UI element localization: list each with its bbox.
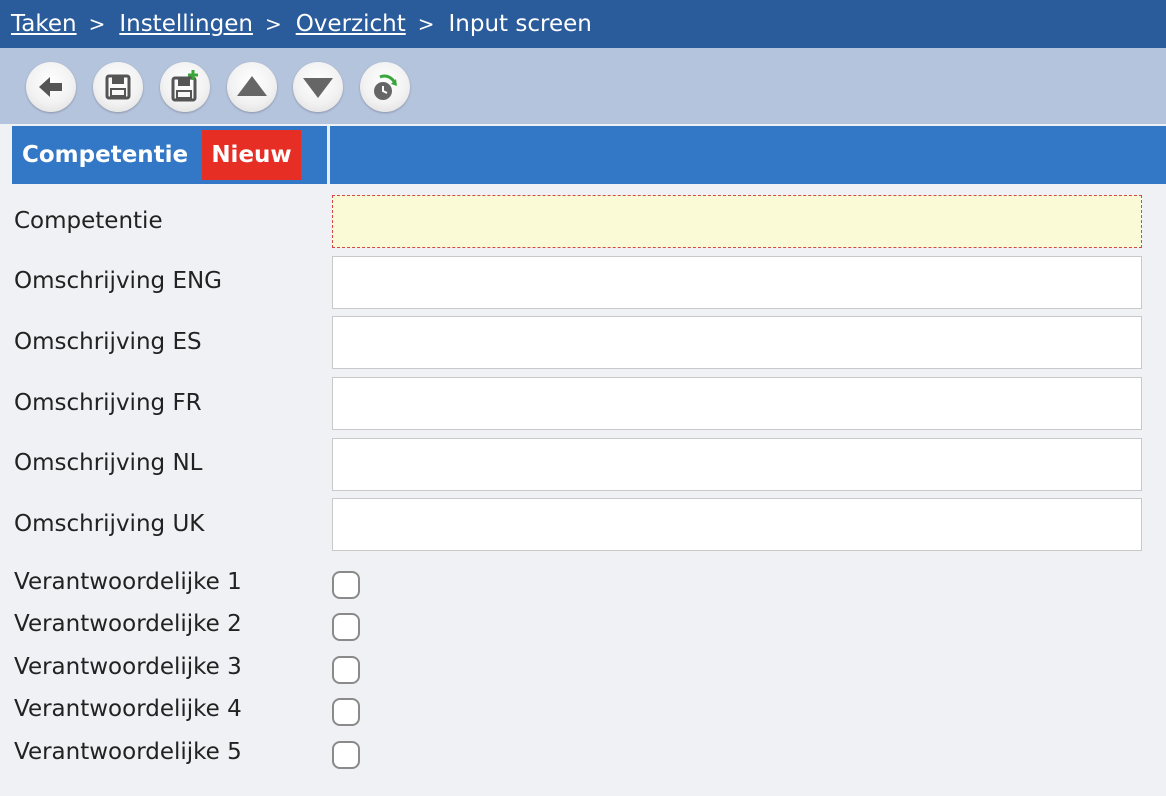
up-arrow-icon — [237, 76, 267, 96]
breadcrumb-separator: > — [88, 12, 106, 36]
field-label-omschrijving-nl: Omschrijving NL — [14, 450, 203, 476]
form-header: Competentie Nieuw — [12, 126, 1166, 184]
breadcrumb: Taken > Instellingen > Overzicht > Input scree… — [0, 0, 1166, 48]
move-up-button[interactable] — [227, 62, 277, 112]
verantwoordelijke-3-checkbox[interactable] — [332, 656, 360, 684]
omschrijving-fr-input[interactable] — [332, 377, 1142, 430]
breadcrumb-current: Input screen — [448, 11, 592, 37]
breadcrumb-separator: > — [264, 12, 282, 36]
toolbar — [0, 48, 1166, 124]
form-header-title-cell: Competentie Nieuw — [12, 126, 327, 184]
breadcrumb-link-taken[interactable]: Taken — [11, 11, 77, 37]
back-icon — [39, 77, 62, 97]
checkbox-label-verantwoordelijke-1: Verantwoordelijke 1 — [14, 569, 242, 595]
history-icon — [374, 74, 397, 100]
header-divider — [327, 126, 330, 184]
verantwoordelijke-1-checkbox[interactable] — [332, 571, 360, 599]
breadcrumb-link-instellingen[interactable]: Instellingen — [119, 11, 253, 37]
omschrijving-uk-input[interactable] — [332, 498, 1142, 551]
field-label-competentie: Competentie — [14, 208, 163, 234]
history-button[interactable] — [360, 62, 410, 112]
field-label-omschrijving-eng: Omschrijving ENG — [14, 268, 222, 294]
status-badge: Nieuw — [202, 130, 301, 180]
down-arrow-icon — [303, 78, 333, 98]
save-new-icon — [171, 70, 198, 102]
save-icon — [105, 74, 131, 100]
checkbox-label-verantwoordelijke-3: Verantwoordelijke 3 — [14, 654, 242, 680]
omschrijving-eng-input[interactable] — [332, 256, 1142, 309]
save-new-button[interactable] — [160, 62, 210, 112]
breadcrumb-link-overzicht[interactable]: Overzicht — [296, 11, 406, 37]
back-button[interactable] — [26, 62, 76, 112]
field-label-omschrijving-es: Omschrijving ES — [14, 329, 202, 355]
omschrijving-es-input[interactable] — [332, 316, 1142, 369]
save-button[interactable] — [93, 62, 143, 112]
move-down-button[interactable] — [293, 62, 343, 112]
checkbox-label-verantwoordelijke-5: Verantwoordelijke 5 — [14, 739, 242, 765]
verantwoordelijke-4-checkbox[interactable] — [332, 698, 360, 726]
field-label-omschrijving-uk: Omschrijving UK — [14, 511, 205, 537]
competentie-input[interactable] — [332, 195, 1142, 248]
omschrijving-nl-input[interactable] — [332, 438, 1142, 491]
breadcrumb-separator: > — [417, 12, 435, 36]
field-label-omschrijving-fr: Omschrijving FR — [14, 390, 202, 416]
verantwoordelijke-5-checkbox[interactable] — [332, 741, 360, 769]
form-title: Competentie — [22, 142, 189, 168]
checkbox-label-verantwoordelijke-4: Verantwoordelijke 4 — [14, 696, 242, 722]
checkbox-label-verantwoordelijke-2: Verantwoordelijke 2 — [14, 611, 242, 637]
verantwoordelijke-2-checkbox[interactable] — [332, 613, 360, 641]
